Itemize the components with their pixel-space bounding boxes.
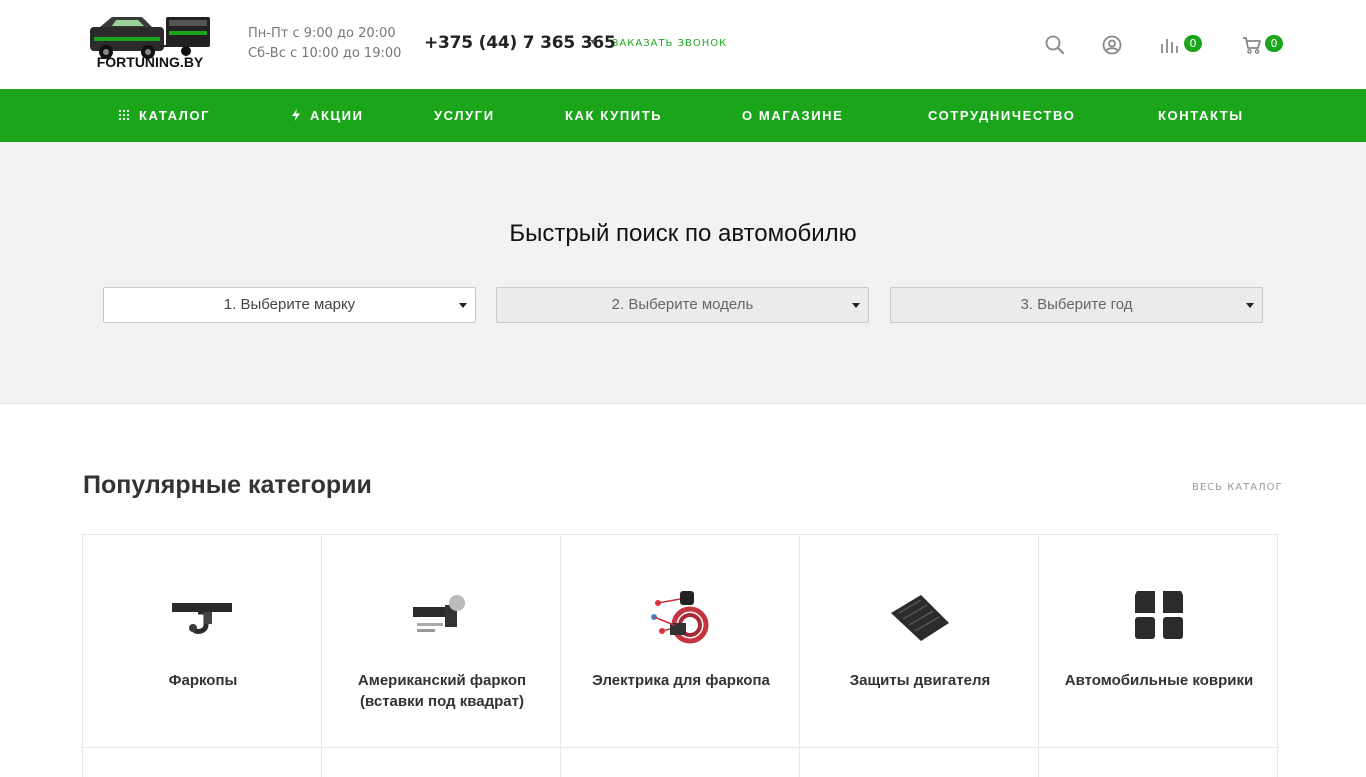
category-label: Автомобильные коврики bbox=[1064, 672, 1254, 689]
grid-icon bbox=[118, 109, 130, 121]
cart-icon[interactable] bbox=[1242, 35, 1262, 55]
hitch-insert-icon bbox=[407, 583, 477, 651]
model-select-value: 2. Выберите модель bbox=[611, 296, 754, 313]
phone-dropdown-caret[interactable] bbox=[590, 40, 596, 44]
wiring-kit-icon bbox=[646, 583, 716, 651]
category-card[interactable]: Электрика для фаркопа bbox=[560, 534, 800, 748]
category-card-next-row[interactable] bbox=[560, 747, 800, 777]
category-card[interactable]: Фаркопы bbox=[82, 534, 322, 748]
compare-count-badge: 0 bbox=[1184, 35, 1202, 52]
site-logo[interactable]: FORTUNING.BY bbox=[86, 13, 214, 71]
popular-categories-title: Популярные категории bbox=[83, 471, 372, 499]
logo-text: FORTUNING.BY bbox=[97, 54, 204, 70]
category-card-next-row[interactable] bbox=[1038, 747, 1278, 777]
phone-number[interactable]: +375 (44) 7 365 365 bbox=[424, 33, 616, 53]
main-nav: Каталог Акции Услуги Как купить О магази… bbox=[0, 89, 1366, 142]
search-icon[interactable] bbox=[1045, 35, 1065, 55]
chevron-down-icon bbox=[852, 303, 860, 308]
brand-select[interactable]: 1. Выберите марку bbox=[103, 287, 476, 323]
quick-car-search: Быстрый поиск по автомобилю 1. Выберите … bbox=[0, 142, 1366, 404]
working-hours: Пн-Пт с 9:00 до 20:00 Сб-Вс с 10:00 до 1… bbox=[248, 24, 401, 64]
category-card-next-row[interactable] bbox=[321, 747, 561, 777]
nav-item-catalog[interactable]: Каталог bbox=[118, 89, 210, 142]
year-select-value: 3. Выберите год bbox=[1020, 296, 1133, 313]
hours-weekend: Сб-Вс с 10:00 до 19:00 bbox=[248, 46, 402, 61]
nav-item-label: Акции bbox=[310, 108, 364, 123]
callback-link[interactable]: Заказать звонок bbox=[612, 38, 727, 49]
chevron-down-icon bbox=[459, 303, 467, 308]
nav-item-about[interactable]: О магазине bbox=[742, 89, 843, 142]
hours-weekdays: Пн-Пт с 9:00 до 20:00 bbox=[248, 26, 396, 41]
user-icon[interactable] bbox=[1102, 35, 1122, 55]
category-label: Электрика для фаркопа bbox=[592, 672, 770, 689]
category-label: Американский фаркоп (вставки под квадрат… bbox=[357, 672, 527, 710]
car-mats-icon bbox=[1124, 583, 1194, 651]
towbar-icon bbox=[168, 583, 238, 651]
category-card-next-row[interactable] bbox=[799, 747, 1039, 777]
site-header: FORTUNING.BY Пн-Пт с 9:00 до 20:00 Сб-Вс… bbox=[0, 0, 1366, 89]
category-label: Фаркопы bbox=[168, 672, 238, 689]
year-select[interactable]: 3. Выберите год bbox=[890, 287, 1263, 323]
nav-item-label: Каталог bbox=[139, 108, 211, 123]
nav-item-cooperation[interactable]: Сотрудничество bbox=[928, 89, 1075, 142]
category-label: Защиты двигателя bbox=[849, 672, 991, 689]
category-card[interactable]: Автомобильные коврики bbox=[1038, 534, 1278, 748]
category-card-next-row[interactable] bbox=[82, 747, 322, 777]
chevron-down-icon bbox=[1246, 303, 1254, 308]
compare-icon[interactable] bbox=[1160, 35, 1180, 55]
engine-guard-icon bbox=[885, 583, 955, 651]
model-select[interactable]: 2. Выберите модель bbox=[496, 287, 869, 323]
nav-item-sales[interactable]: Акции bbox=[291, 89, 364, 142]
category-card[interactable]: Защиты двигателя bbox=[799, 534, 1039, 748]
quick-search-title: Быстрый поиск по автомобилю bbox=[509, 220, 857, 247]
brand-select-value: 1. Выберите марку bbox=[223, 296, 356, 313]
nav-item-contacts[interactable]: Контакты bbox=[1158, 89, 1244, 142]
nav-item-services[interactable]: Услуги bbox=[434, 89, 495, 142]
category-grid: Фаркопы Американский фаркоп (вставки под… bbox=[82, 534, 1278, 777]
cart-count-badge: 0 bbox=[1265, 35, 1283, 52]
nav-item-how-to-buy[interactable]: Как купить bbox=[565, 89, 662, 142]
all-catalog-link[interactable]: Весь каталог bbox=[1192, 482, 1283, 493]
lightning-icon bbox=[292, 109, 300, 122]
category-card[interactable]: Американский фаркоп (вставки под квадрат… bbox=[321, 534, 561, 748]
